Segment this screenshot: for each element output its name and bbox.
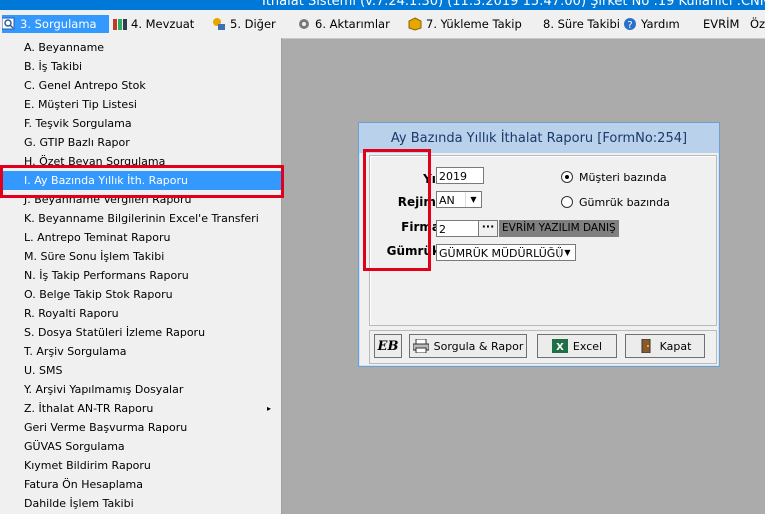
firma-name-display: EVRİM YAZILIM DANIŞ (499, 220, 619, 237)
filter-panel: Yıl 2019 Rejimi AN ▼ Firma 2 ··· EVRİM Y… (369, 155, 717, 326)
menu-item-arsivi-yapilmamis[interactable]: Y. Arşivi Yapılmamış Dosyalar (0, 380, 281, 399)
help-icon: ? (624, 18, 636, 31)
chevron-down-icon: ▼ (465, 192, 481, 207)
menu-item-belge-takip-stok[interactable]: O. Belge Takip Stok Raporu (0, 285, 281, 304)
menu-item-beyanname[interactable]: A. Beyanname (0, 38, 281, 57)
gear-icon (299, 19, 309, 29)
menu-mevzuat[interactable]: 4. Mevzuat (113, 15, 194, 33)
svg-text:X: X (556, 342, 564, 353)
menu-item-dosya-statuleri[interactable]: S. Dosya Statüleri İzleme Raporu (0, 323, 281, 342)
menu-item-ay-bazinda-yillik-rapor[interactable]: I. Ay Bazında Yıllık İth. Raporu (0, 171, 281, 190)
dialog-title: Ay Bazında Yıllık İthalat Raporu [FormNo… (359, 123, 719, 153)
menu-item-royalti-raporu[interactable]: R. Royalti Raporu (0, 304, 281, 323)
menu-item-kiymet-bildirim[interactable]: Kıymet Bildirim Raporu (0, 456, 281, 475)
menu-aktarimlar[interactable]: 6. Aktarımlar (297, 15, 390, 33)
menu-item-musteri-tip-listesi[interactable]: E. Müşteri Tip Listesi (0, 95, 281, 114)
menu-item-ithalat-an-tr[interactable]: Z. İthalat AN-TR Raporu ▸ (0, 399, 281, 418)
menu-item-is-takibi[interactable]: B. İş Takibi (0, 57, 281, 76)
menu-item-excel-transfer[interactable]: K. Beyanname Bilgilerinin Excel'e Transf… (0, 209, 281, 228)
menu-item-arsiv-sorgulama[interactable]: T. Arşiv Sorgulama (0, 342, 281, 361)
cube-icon (408, 17, 422, 31)
gumruk-select[interactable]: GÜMRÜK MÜDÜRLÜĞÜ ▼ (436, 244, 576, 261)
menu-yardim[interactable]: ? Yardım (623, 15, 680, 33)
menubar: 3. Sorgulama 4. Mevzuat 5. Diğer 6. Akta… (0, 10, 765, 39)
menu-item-sure-sonu-islem[interactable]: M. Süre Sonu İşlem Takibi (0, 247, 281, 266)
door-exit-icon (641, 339, 651, 353)
printer-icon (412, 339, 429, 353)
rejim-label: Rejimi (397, 195, 440, 209)
yil-label: Yıl (423, 172, 440, 186)
yil-input[interactable]: 2019 (436, 167, 484, 184)
menu-item-dahilde-islem[interactable]: Dahilde İşlem Takibi (0, 494, 281, 513)
magnifier-icon (2, 17, 15, 30)
menu-sorgulama[interactable]: 3. Sorgulama (2, 15, 109, 33)
chevron-down-icon: ▼ (559, 245, 575, 260)
menu-sure-takibi[interactable]: 8. Süre Takibi (543, 15, 620, 33)
kapat-button[interactable]: Kapat (625, 334, 705, 358)
rejim-select[interactable]: AN ▼ (436, 191, 482, 208)
menu-item-gtip-bazli-rapor[interactable]: G. GTIP Bazlı Rapor (0, 133, 281, 152)
report-dialog: Ay Bazında Yıllık İthalat Raporu [FormNo… (358, 122, 720, 367)
radio-dot-icon (561, 196, 573, 208)
menu-yukleme-takip[interactable]: 7. Yükleme Takip (408, 15, 522, 33)
books-icon (113, 19, 127, 30)
menu-item-ozet-beyan-sorgulama[interactable]: H. Özet Beyan Sorgulama (0, 152, 281, 171)
eb-logo: EB (374, 334, 402, 358)
submenu-arrow-icon: ▸ (266, 404, 271, 413)
svg-text:?: ? (627, 20, 632, 31)
menu-item-guvas-sorgulama[interactable]: GÜVAS Sorgulama (0, 437, 281, 456)
radio-dot-icon (561, 171, 573, 183)
gumruk-bazinda-radio[interactable]: Gümrük bazında (561, 196, 670, 209)
window-titlebar: İthalat Sistemi (v.7.24.1.30) (11.3.2019… (0, 0, 765, 10)
tools-icon (213, 18, 225, 30)
menu-diger[interactable]: 5. Diğer (212, 15, 276, 33)
firma-label: Firma (401, 220, 440, 234)
firma-lookup-button[interactable]: ··· (478, 220, 498, 237)
menu-item-tesvik-sorgulama[interactable]: F. Teşvik Sorgulama (0, 114, 281, 133)
excel-icon: X (551, 339, 568, 353)
menu-item-antrepo-teminat[interactable]: L. Antrepo Teminat Raporu (0, 228, 281, 247)
gumruk-label: Gümrük (386, 244, 440, 258)
menu-evrim[interactable]: EVRİM (703, 15, 739, 33)
button-bar: EB Sorgula & Rapor X Excel Kapat (369, 330, 717, 364)
musteri-bazinda-radio[interactable]: Müşteri bazında (561, 171, 667, 184)
sorgulama-dropdown: A. Beyanname B. İş Takibi C. Genel Antre… (0, 38, 282, 514)
menu-item-beyanname-vergileri[interactable]: J. Beyanname Vergileri Raporu (0, 190, 281, 209)
sorgula-rapor-button[interactable]: Sorgula & Rapor (409, 334, 527, 358)
menu-item-sms[interactable]: U. SMS (0, 361, 281, 380)
menu-item-is-takip-performans[interactable]: N. İş Takip Performans Raporu (0, 266, 281, 285)
window-title: İthalat Sistemi (v.7.24.1.30) (11.3.2019… (262, 0, 765, 9)
menu-item-geri-verme[interactable]: Geri Verme Başvurma Raporu (0, 418, 281, 437)
menu-item-genel-antrepo-stok[interactable]: C. Genel Antrepo Stok (0, 76, 281, 95)
menu-item-fatura-on-hesaplama[interactable]: Fatura Ön Hesaplama (0, 475, 281, 494)
excel-button[interactable]: X Excel (537, 334, 617, 358)
menu-oz[interactable]: Öz (750, 15, 765, 33)
